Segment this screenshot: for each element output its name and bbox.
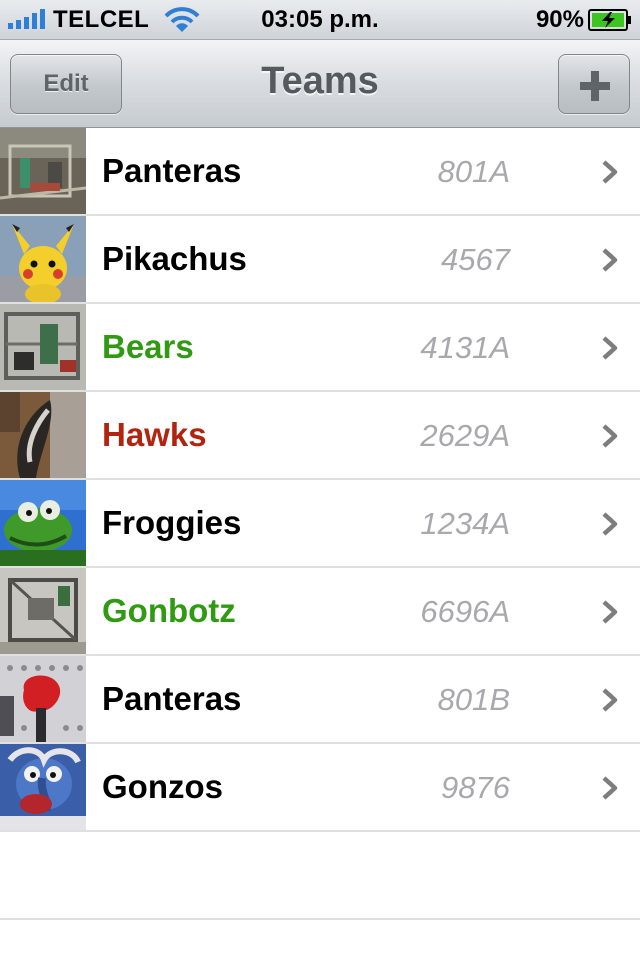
team-thumbnail <box>0 216 86 302</box>
team-name: Panteras <box>102 152 242 189</box>
team-row[interactable]: Panteras 801A <box>0 128 640 216</box>
plus-icon <box>580 71 610 101</box>
team-row[interactable]: Gonzos 9876 <box>0 744 640 832</box>
team-number: 9876 <box>441 770 510 805</box>
team-name: Froggies <box>102 504 242 541</box>
team-number: 6696A <box>420 594 510 629</box>
empty-list-row <box>0 832 640 920</box>
team-name: Pikachus <box>102 240 247 277</box>
team-number: 2629A <box>420 418 510 453</box>
team-name: Panteras <box>102 680 242 717</box>
team-list: Panteras 801A Pikachus 4567 Bears 4131A … <box>0 128 640 832</box>
team-name: Hawks <box>102 416 207 453</box>
team-number: 801A <box>437 154 510 189</box>
team-row[interactable]: Panteras 801B <box>0 656 640 744</box>
page-title: Teams <box>261 60 379 102</box>
chevron-right-icon <box>602 776 618 800</box>
team-row[interactable]: Pikachus 4567 <box>0 216 640 304</box>
team-number: 4131A <box>420 330 510 365</box>
team-thumbnail <box>0 392 86 478</box>
team-number: 1234A <box>420 506 510 541</box>
battery-charging-icon <box>588 9 631 31</box>
team-row[interactable]: Bears 4131A <box>0 304 640 392</box>
chevron-right-icon <box>602 600 618 624</box>
chevron-right-icon <box>602 248 618 272</box>
battery-percent: 90% <box>535 6 584 33</box>
chevron-right-icon <box>602 160 618 184</box>
chevron-right-icon <box>602 424 618 448</box>
team-row[interactable]: Froggies 1234A <box>0 480 640 568</box>
team-thumbnail <box>0 480 86 566</box>
team-thumbnail <box>0 568 86 654</box>
navigation-bar: Edit Teams <box>0 40 640 128</box>
chevron-right-icon <box>602 688 618 712</box>
chevron-right-icon <box>602 336 618 360</box>
add-team-button[interactable] <box>558 54 630 114</box>
team-row[interactable]: Hawks 2629A <box>0 392 640 480</box>
team-name: Bears <box>102 328 194 365</box>
team-number: 801B <box>437 682 510 717</box>
team-row[interactable]: Gonbotz 6696A <box>0 568 640 656</box>
team-name: Gonbotz <box>102 592 236 629</box>
clock-time: 03:05 p.m. <box>261 6 379 33</box>
team-thumbnail <box>0 304 86 390</box>
team-thumbnail <box>0 656 86 742</box>
chevron-right-icon <box>602 512 618 536</box>
team-thumbnail <box>0 128 86 214</box>
team-name: Gonzos <box>102 768 223 805</box>
team-number: 4567 <box>441 242 510 277</box>
status-bar: TELCEL 03:05 p.m. 90% <box>0 0 640 40</box>
team-thumbnail <box>0 744 86 830</box>
